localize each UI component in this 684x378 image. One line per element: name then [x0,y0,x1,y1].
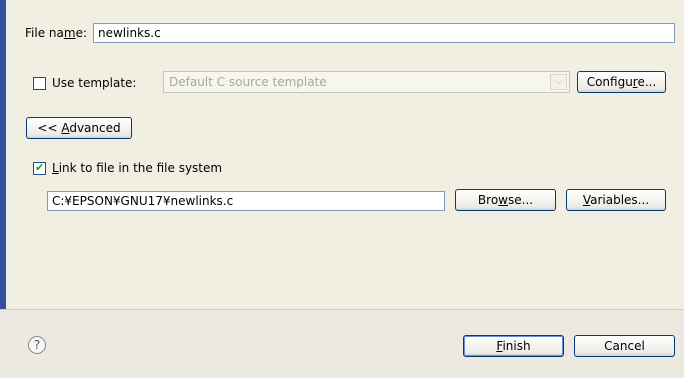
configure-button[interactable]: Configure... [577,71,666,93]
use-template-checkbox[interactable] [33,77,46,90]
browse-button[interactable]: Browse... [455,189,556,211]
file-name-input[interactable]: newlinks.c [93,23,675,43]
template-combo: Default C source template ⌵ [163,71,570,93]
template-combo-value: Default C source template [169,75,327,89]
link-checkbox-label[interactable]: Link to file in the file system [52,161,222,175]
use-template-label[interactable]: Use template: [52,76,136,90]
variables-button[interactable]: Variables... [566,189,666,211]
finish-button[interactable]: Finish [463,335,564,357]
advanced-button[interactable]: << Advanced [26,117,132,139]
cancel-button[interactable]: Cancel [574,335,675,357]
chevron-down-icon: ⌵ [550,74,567,90]
left-accent-bar [0,0,6,309]
link-path-input[interactable]: C:¥EPSON¥GNU17¥newlinks.c [47,191,445,211]
link-checkbox[interactable]: ✔ [33,161,46,175]
checkmark-icon: ✔ [35,161,45,174]
file-name-label: File name: [25,26,87,40]
help-icon[interactable]: ? [28,336,46,354]
dialog-content: File name: newlinks.c Use template: Defa… [0,0,684,309]
